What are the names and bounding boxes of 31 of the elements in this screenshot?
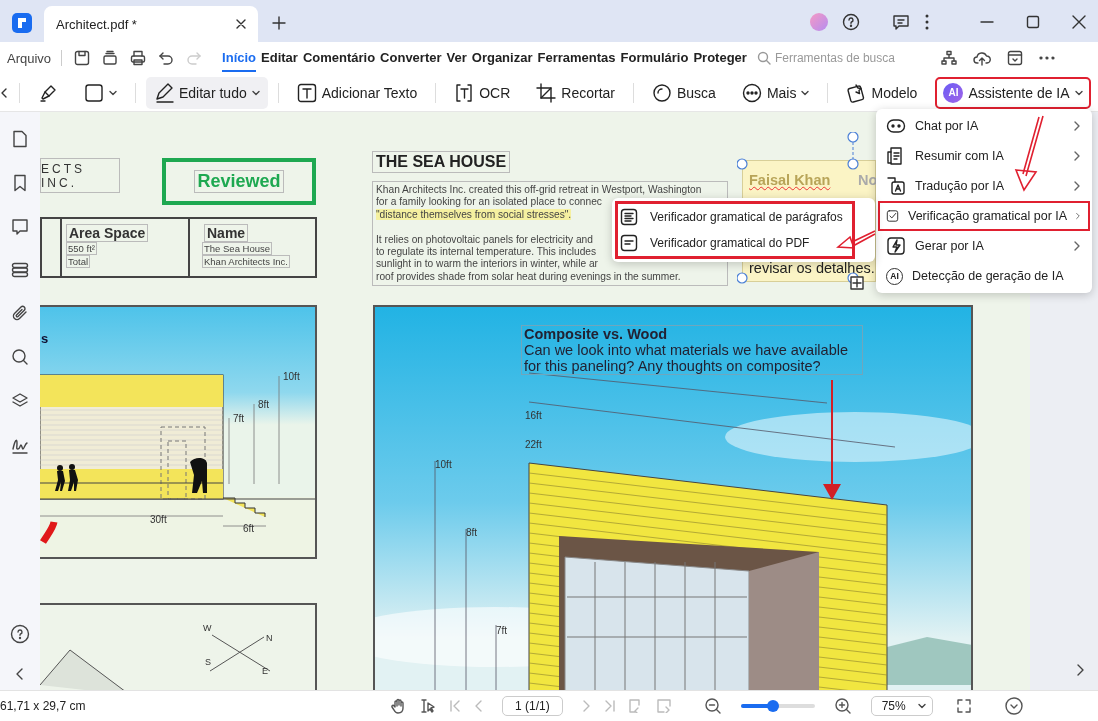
compass-label: S: [205, 657, 211, 667]
note-author: Faisal Khan: [749, 172, 831, 188]
dimension-label: 22ft: [525, 439, 542, 450]
dimension-label: 10ft: [435, 459, 452, 470]
dimension-label: 16ft: [525, 410, 542, 421]
note-text: No: [858, 172, 878, 188]
comment-title: Composite vs. Wood: [524, 326, 669, 342]
table-header: Name: [204, 224, 249, 242]
table-cell: The Sea House: [202, 242, 272, 255]
note-text: revisar os detalhes.: [749, 260, 875, 276]
dimension-label: 6ft: [243, 523, 255, 534]
heading: THE SEA HOUSE: [372, 151, 511, 173]
comment-text: Can we look into what materials we have available for this paneling? Any thoughts on composite?: [524, 342, 848, 374]
dimension-label: 7ft: [496, 625, 508, 636]
dimension-label: 7ft: [233, 413, 245, 424]
dimension-label: 10ft: [283, 371, 300, 382]
dimension-label: 8ft: [466, 527, 478, 538]
compass-label: E: [262, 666, 268, 676]
table-cell: 550 ft²: [66, 242, 97, 255]
ai-badge: AI: [943, 82, 964, 103]
dimension-label: s: [41, 331, 49, 346]
compass-label: W: [203, 623, 212, 633]
compass-label: N: [266, 633, 273, 643]
table-header: Area Space: [66, 224, 149, 242]
dimension-label: 30ft: [150, 514, 167, 525]
dimension-label: 8ft: [258, 399, 270, 410]
reviewed-stamp: Reviewed: [162, 158, 316, 205]
table-cell: Khan Architects Inc.: [202, 255, 290, 268]
table-cell: Total: [66, 255, 91, 268]
company-label: ECTS INC.: [40, 158, 120, 193]
page-dimensions: 61,71 x 29,7 cm: [0, 699, 87, 713]
